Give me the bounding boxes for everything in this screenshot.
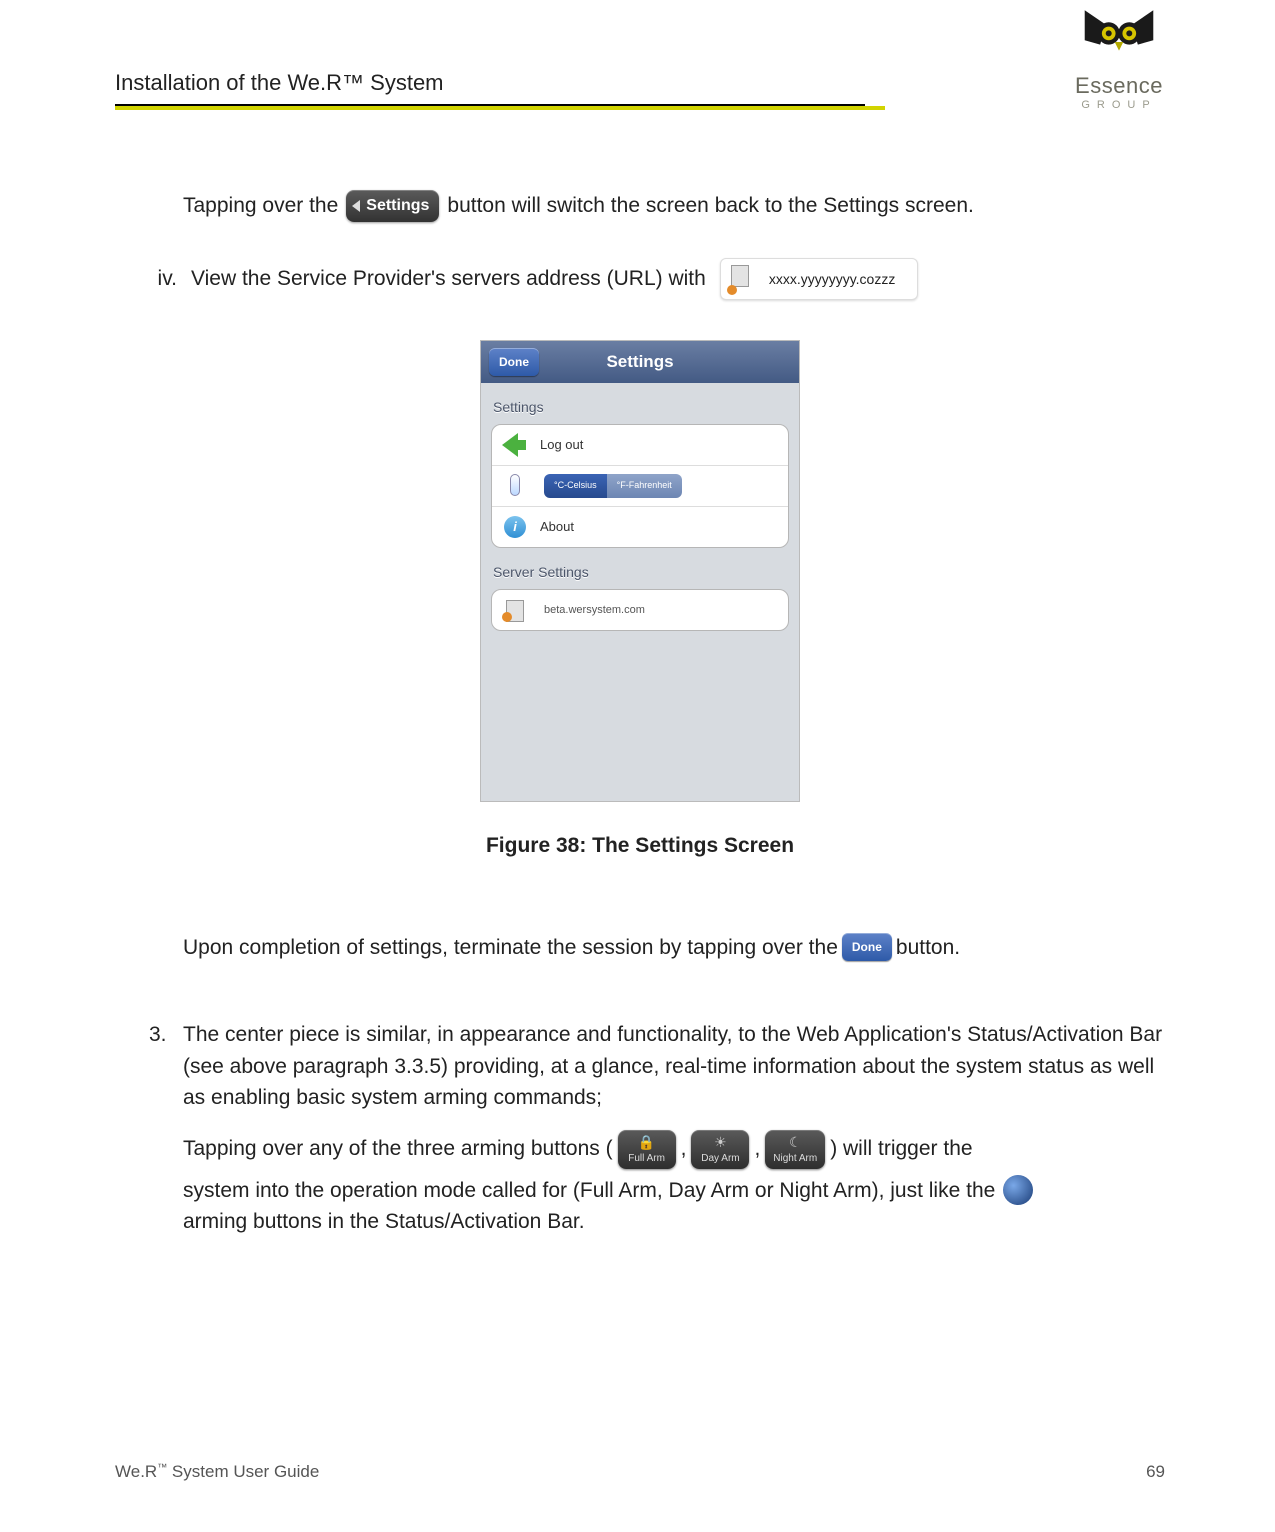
item-number: 3. bbox=[149, 1019, 169, 1238]
logout-row[interactable]: Log out bbox=[492, 425, 788, 465]
text: ) will trigger the bbox=[830, 1133, 972, 1165]
section-header-settings: Settings bbox=[481, 383, 799, 424]
thermometer-icon bbox=[502, 474, 530, 498]
night-arm-button-graphic: ☾ Night Arm bbox=[765, 1130, 825, 1169]
page-number: 69 bbox=[1146, 1462, 1165, 1482]
server-url-chip: xxxx.yyyyyyyy.cozzz bbox=[720, 258, 919, 300]
done-button-inline: Done bbox=[842, 933, 892, 961]
temperature-row[interactable]: °C-Celsius °F-Fahrenheit bbox=[492, 465, 788, 506]
step-label: iv. bbox=[141, 263, 177, 295]
item3-line3: system into the operation mode called fo… bbox=[183, 1175, 1165, 1207]
list-item-3: 3. The center piece is similar, in appea… bbox=[149, 1019, 1165, 1238]
logout-label: Log out bbox=[540, 435, 583, 455]
footer-left: We.R™ System User Guide bbox=[115, 1462, 319, 1482]
full-arm-label: Full Arm bbox=[628, 1151, 665, 1166]
phone-nav-title: Settings bbox=[606, 349, 673, 375]
temp-segmented-control[interactable]: °C-Celsius °F-Fahrenheit bbox=[544, 474, 682, 498]
text: button. bbox=[896, 932, 960, 964]
logout-icon bbox=[502, 433, 530, 457]
tm-symbol: ™ bbox=[157, 1462, 167, 1473]
text: system into the operation mode called fo… bbox=[183, 1175, 995, 1207]
section-header-server: Server Settings bbox=[481, 548, 799, 589]
sun-icon: ☀ bbox=[714, 1135, 727, 1149]
done-button[interactable]: Done bbox=[489, 348, 539, 376]
settings-screen-figure: Done Settings Settings Log out °C-Celsiu… bbox=[480, 340, 800, 802]
night-arm-label: Night Arm bbox=[773, 1151, 817, 1166]
about-row[interactable]: i About bbox=[492, 506, 788, 547]
text: Upon completion of settings, terminate t… bbox=[183, 932, 838, 964]
celsius-option[interactable]: °C-Celsius bbox=[544, 474, 607, 498]
text: button will switch the screen back to th… bbox=[447, 190, 973, 222]
text: Tapping over any of the three arming but… bbox=[183, 1133, 613, 1165]
item3-arming-line: Tapping over any of the three arming but… bbox=[183, 1130, 1165, 1169]
phone-nav-bar: Done Settings bbox=[481, 341, 799, 383]
footer-doc-title: System User Guide bbox=[167, 1462, 319, 1481]
about-label: About bbox=[540, 517, 574, 537]
step-iv: iv. View the Service Provider's servers … bbox=[183, 258, 1165, 300]
lock-icon: 🔒 bbox=[638, 1135, 655, 1149]
figure-caption: Figure 38: The Settings Screen bbox=[115, 830, 1165, 862]
item3-paragraph1: The center piece is similar, in appearan… bbox=[183, 1019, 1165, 1114]
arming-indicator-icon bbox=[1003, 1175, 1033, 1205]
chapter-title: Installation of the We.R™ System bbox=[115, 70, 865, 106]
text: , bbox=[754, 1133, 760, 1165]
footer-product: We.R bbox=[115, 1462, 157, 1481]
day-arm-label: Day Arm bbox=[701, 1151, 739, 1166]
server-url-row[interactable]: beta.wersystem.com bbox=[492, 590, 788, 630]
chevron-left-icon bbox=[352, 200, 360, 212]
moon-icon: ☾ bbox=[789, 1135, 802, 1149]
server-icon bbox=[727, 263, 757, 295]
settings-pill-label: Settings bbox=[366, 194, 429, 218]
page-header: Installation of the We.R™ System bbox=[115, 0, 1165, 110]
page-footer: We.R™ System User Guide 69 bbox=[115, 1462, 1165, 1482]
server-menu-group: beta.wersystem.com bbox=[491, 589, 789, 631]
info-icon: i bbox=[502, 515, 530, 539]
settings-button-graphic: Settings bbox=[346, 190, 439, 222]
server-url-value: beta.wersystem.com bbox=[544, 602, 645, 619]
settings-return-sentence: Tapping over the Settings button will sw… bbox=[183, 190, 1165, 222]
item3-line4: arming buttons in the Status/Activation … bbox=[183, 1206, 1165, 1238]
text: Tapping over the bbox=[183, 190, 338, 222]
accent-rule bbox=[115, 106, 885, 110]
completion-sentence: Upon completion of settings, terminate t… bbox=[183, 932, 1165, 964]
fahrenheit-option[interactable]: °F-Fahrenheit bbox=[607, 474, 682, 498]
day-arm-button-graphic: ☀ Day Arm bbox=[691, 1130, 749, 1169]
full-arm-button-graphic: 🔒 Full Arm bbox=[618, 1130, 676, 1169]
server-icon bbox=[502, 598, 530, 622]
text: , bbox=[681, 1133, 687, 1165]
step-text: View the Service Provider's servers addr… bbox=[191, 263, 706, 295]
settings-menu-group: Log out °C-Celsius °F-Fahrenheit i About bbox=[491, 424, 789, 548]
server-url-text: xxxx.yyyyyyyy.cozzz bbox=[769, 269, 896, 290]
